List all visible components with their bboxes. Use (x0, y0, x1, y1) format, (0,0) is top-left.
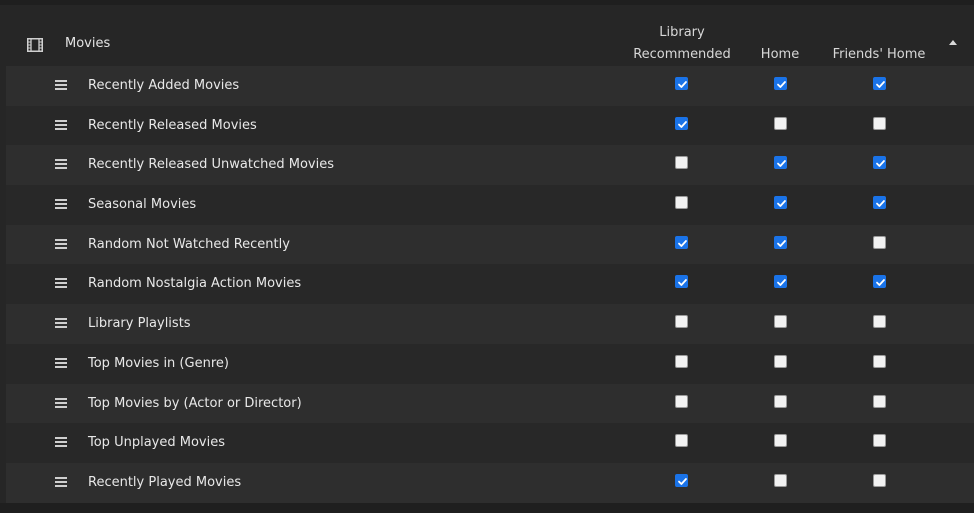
hub-row: Seasonal Movies (6, 185, 974, 225)
checkbox-friends-home[interactable] (873, 116, 886, 130)
column-header-home: Home (760, 47, 800, 62)
checkbox-home[interactable] (774, 434, 787, 448)
checkbox-home[interactable] (774, 235, 787, 249)
checkbox-friends-home[interactable] (873, 156, 886, 170)
checkbox-home[interactable] (774, 473, 787, 487)
hub-row: Library Playlists (6, 304, 974, 344)
checkbox-library-recommended[interactable] (675, 156, 688, 170)
checkbox-home[interactable] (774, 116, 787, 130)
film-icon (27, 38, 43, 52)
checkbox-home[interactable] (774, 315, 787, 329)
section-header: Movies Library Recommended Home Friends'… (0, 5, 974, 66)
hub-row: Recently Added Movies (6, 66, 974, 106)
hub-row-label: Recently Released Unwatched Movies (88, 157, 335, 173)
hub-row-label: Random Not Watched Recently (88, 236, 290, 252)
checkbox-friends-home[interactable] (873, 434, 886, 448)
drag-handle-icon[interactable] (55, 397, 67, 408)
checkbox-friends-home[interactable] (873, 354, 886, 368)
checkbox-library-recommended[interactable] (675, 434, 688, 448)
column-header-library-recommended: Library Recommended (632, 22, 732, 66)
checkbox-library-recommended[interactable] (675, 354, 688, 368)
hub-row: Recently Played Movies (6, 462, 974, 503)
checkbox-home[interactable] (774, 77, 787, 90)
drag-handle-icon[interactable] (55, 80, 67, 90)
checkbox-friends-home[interactable] (873, 394, 886, 408)
checkbox-library-recommended[interactable] (675, 315, 688, 329)
hub-row-label: Recently Added Movies (88, 78, 240, 93)
checkbox-library-recommended[interactable] (675, 77, 688, 90)
checkbox-home[interactable] (774, 275, 787, 289)
hub-rows-list: Recently Added Movies Recently Released M… (6, 66, 974, 503)
checkbox-friends-home[interactable] (873, 275, 886, 289)
hub-row-label: Top Movies in (Genre) (88, 355, 229, 371)
sort-caret-icon[interactable] (949, 40, 957, 45)
checkbox-home[interactable] (774, 156, 787, 170)
hub-row-label: Top Unplayed Movies (88, 435, 225, 451)
hub-row-label: Random Nostalgia Action Movies (88, 276, 302, 292)
checkbox-library-recommended[interactable] (675, 473, 688, 487)
hub-row-label: Top Movies by (Actor or Director) (88, 395, 302, 411)
hub-row: Random Not Watched Recently (6, 224, 974, 265)
column-header-friends-home: Friends' Home (832, 47, 926, 62)
hub-row-label: Recently Played Movies (88, 474, 242, 490)
column-header-line-2: Recommended (633, 47, 731, 62)
drag-handle-icon[interactable] (55, 199, 67, 210)
checkbox-home[interactable] (774, 354, 787, 368)
checkbox-library-recommended[interactable] (675, 116, 688, 130)
drag-handle-icon[interactable] (55, 318, 67, 329)
hub-row: Top Unplayed Movies (6, 423, 974, 463)
checkbox-library-recommended[interactable] (675, 394, 688, 408)
section-title: Movies (65, 36, 111, 51)
checkbox-home[interactable] (774, 394, 787, 408)
hub-row: Random Nostalgia Action Movies (6, 264, 974, 305)
bottom-divider (0, 503, 974, 513)
hub-row-label: Seasonal Movies (88, 197, 197, 213)
column-header-line-1: Library (659, 25, 705, 40)
checkbox-library-recommended[interactable] (675, 235, 688, 249)
drag-handle-icon[interactable] (55, 159, 67, 170)
hub-row: Recently Released Movies (6, 105, 974, 146)
drag-handle-icon[interactable] (55, 476, 67, 487)
drag-handle-icon[interactable] (55, 278, 67, 289)
drag-handle-icon[interactable] (55, 437, 67, 448)
checkbox-friends-home[interactable] (873, 473, 886, 487)
hub-row: Top Movies in (Genre) (6, 343, 974, 384)
hub-settings-panel: Movies Library Recommended Home Friends'… (0, 0, 974, 513)
drag-handle-icon[interactable] (55, 119, 67, 130)
drag-handle-icon[interactable] (55, 357, 67, 368)
checkbox-friends-home[interactable] (873, 77, 886, 90)
hub-row-label: Recently Released Movies (88, 117, 257, 133)
checkbox-friends-home[interactable] (873, 235, 886, 249)
checkbox-friends-home[interactable] (873, 315, 886, 329)
checkbox-friends-home[interactable] (873, 196, 886, 210)
checkbox-home[interactable] (774, 196, 787, 210)
drag-handle-icon[interactable] (55, 238, 67, 249)
hub-row: Top Movies by (Actor or Director) (6, 383, 974, 424)
checkbox-library-recommended[interactable] (675, 196, 688, 210)
hub-row-label: Library Playlists (88, 316, 191, 332)
checkbox-library-recommended[interactable] (675, 275, 688, 289)
hub-row: Recently Released Unwatched Movies (6, 145, 974, 186)
